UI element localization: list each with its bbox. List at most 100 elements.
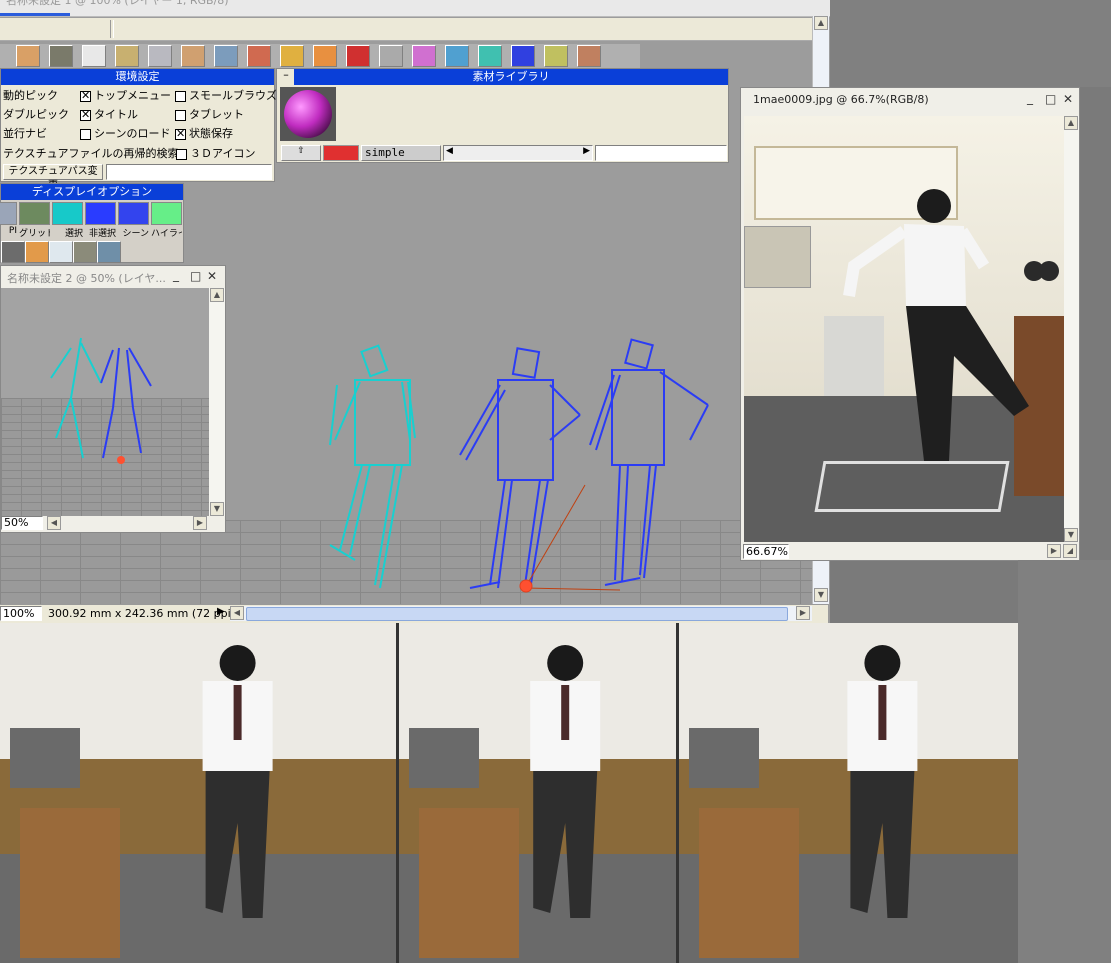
- display-option-label[interactable]: ハイライト: [151, 226, 182, 240]
- env-option-checkbox[interactable]: [80, 128, 91, 140]
- photo-minimize-icon[interactable]: _: [1027, 91, 1035, 105]
- display-option-label[interactable]: シーン: [118, 226, 149, 240]
- env-option[interactable]: スモールブラウズ: [175, 87, 277, 103]
- curve-icon[interactable]: [379, 45, 403, 67]
- cone-icon[interactable]: [280, 45, 304, 67]
- sub-scroll-left-icon[interactable]: ◀: [47, 516, 61, 530]
- env-option-checkbox[interactable]: [175, 90, 186, 102]
- main-title-bar[interactable]: 名称未設定 1 @ 100% (レイヤー 1, RGB/8): [0, 0, 830, 17]
- env-option-checkbox[interactable]: [80, 89, 91, 102]
- lattice-icon[interactable]: [25, 241, 49, 263]
- display-icon-row: [1, 241, 185, 263]
- arrow-icon[interactable]: [82, 45, 106, 67]
- material-sphere-thumbnail[interactable]: [280, 87, 336, 141]
- sub-zoom-field[interactable]: 50%: [1, 516, 43, 530]
- camera-icon[interactable]: [49, 45, 73, 67]
- texture-path-field[interactable]: [106, 164, 272, 180]
- tools-icon[interactable]: [577, 45, 601, 67]
- env-option[interactable]: トップメニュー: [80, 87, 171, 103]
- tab-right[interactable]: [113, 20, 794, 38]
- display-swatch[interactable]: [85, 202, 116, 225]
- sub-scroll-right-icon[interactable]: ▶: [193, 516, 207, 530]
- photo-maximize-icon[interactable]: □: [1045, 92, 1058, 106]
- sphere-icon[interactable]: [313, 45, 337, 67]
- scroll-down-icon[interactable]: ▼: [814, 588, 828, 602]
- photo-close-icon[interactable]: ✕: [1063, 92, 1075, 106]
- rotate-icon[interactable]: [148, 45, 172, 67]
- scale-icon[interactable]: [181, 45, 205, 67]
- horizontal-scrollbar[interactable]: ◀ ▶: [230, 606, 812, 621]
- texture-icon[interactable]: [247, 45, 271, 67]
- disc-icon[interactable]: [1, 241, 25, 263]
- display-swatch[interactable]: [118, 202, 149, 225]
- display-swatch[interactable]: [151, 202, 182, 225]
- plane-icon[interactable]: [544, 45, 568, 67]
- photo-vscroll[interactable]: ▲ ▼: [1064, 116, 1079, 542]
- halfsphere-icon[interactable]: [346, 45, 370, 67]
- material-name-field[interactable]: [595, 145, 727, 161]
- doc-size-text: 300.92 mm x 242.36 mm (72 ppi): [48, 607, 235, 620]
- bulb-icon[interactable]: [49, 241, 73, 263]
- photo-zoom-field[interactable]: 66.67%: [743, 544, 789, 559]
- material-apply-icon[interactable]: [323, 145, 359, 161]
- cube2-icon[interactable]: [478, 45, 502, 67]
- env-option[interactable]: タブレット: [175, 106, 244, 122]
- env-option[interactable]: タイトル: [80, 106, 138, 122]
- sub-scroll-down-icon[interactable]: ▼: [210, 502, 224, 516]
- display-swatch[interactable]: [19, 202, 50, 225]
- move-icon[interactable]: [115, 45, 139, 67]
- material-scroll-left-icon[interactable]: ◀: [446, 146, 453, 156]
- photo-scroll-up-icon[interactable]: ▲: [1064, 116, 1078, 130]
- photo-resize-grip-icon[interactable]: ◢: [1063, 544, 1077, 558]
- material-minimize-icon[interactable]: –: [279, 69, 293, 84]
- icon3d-option[interactable]: ３Ｄアイコン: [176, 145, 255, 161]
- display-swatch[interactable]: [0, 202, 17, 225]
- sub-minimize-icon[interactable]: _: [173, 268, 181, 282]
- env-option-checkbox[interactable]: [175, 127, 186, 140]
- sub-vscroll[interactable]: ▲ ▼: [209, 288, 225, 516]
- status-menu-arrow-icon[interactable]: ▶: [217, 606, 225, 617]
- camera2-icon[interactable]: [73, 241, 97, 263]
- scroll-left-icon[interactable]: ◀: [230, 606, 244, 620]
- display-option-label[interactable]: 選択: [52, 226, 83, 240]
- env-option-label: シーンのロード: [94, 127, 171, 140]
- landscape-icon[interactable]: [97, 241, 121, 263]
- group-icon[interactable]: [445, 45, 469, 67]
- env-option[interactable]: 動的ピック: [3, 87, 58, 103]
- env-option-checkbox[interactable]: [80, 108, 91, 121]
- display-option-label[interactable]: 非選択: [85, 226, 116, 240]
- material-scroll-right-icon[interactable]: ▶: [583, 146, 590, 156]
- icon3d-checkbox[interactable]: [176, 148, 187, 160]
- env-option[interactable]: 並行ナビ: [3, 125, 47, 141]
- tab-left[interactable]: [0, 20, 111, 38]
- mesh-icon[interactable]: [511, 45, 535, 67]
- env-option-label: タブレット: [189, 108, 244, 121]
- grid-icon[interactable]: [214, 45, 238, 67]
- display-swatch[interactable]: [52, 202, 83, 225]
- env-option-label: 状態保存: [189, 127, 233, 140]
- scroll-up-icon[interactable]: ▲: [814, 16, 828, 30]
- status-bar: 100% 300.92 mm x 242.36 mm (72 ppi) ▶ ◀ …: [0, 604, 828, 623]
- photo-title-bar[interactable]: 1mae0009.jpg @ 66.7%(RGB/8) _ □ ✕: [741, 88, 1079, 112]
- scroll-right-icon[interactable]: ▶: [796, 606, 810, 620]
- zoom-field[interactable]: 100%: [0, 606, 42, 621]
- material-preset-select[interactable]: simple: [361, 145, 441, 161]
- display-option-label[interactable]: PI: [0, 226, 17, 240]
- env-option[interactable]: シーンのロード: [80, 125, 170, 141]
- scroll-thumb[interactable]: [246, 607, 788, 621]
- photo-scroll-right-icon[interactable]: ▶: [1047, 544, 1061, 558]
- env-option-checkbox[interactable]: [175, 109, 186, 121]
- sub-maximize-icon[interactable]: □: [190, 269, 203, 283]
- sub-close-icon[interactable]: ✕: [207, 269, 219, 283]
- pen-icon[interactable]: [412, 45, 436, 67]
- env-option[interactable]: 状態保存: [175, 125, 233, 141]
- photo-scroll-down-icon[interactable]: ▼: [1064, 528, 1078, 542]
- texture-path-button[interactable]: テクスチュアパス変更: [3, 164, 103, 191]
- display-option-label[interactable]: グリッド: [19, 226, 50, 240]
- material-scrollbar[interactable]: ◀ ▶: [443, 145, 593, 161]
- material-up-button[interactable]: ⇧: [281, 145, 321, 161]
- cube-icon[interactable]: [16, 45, 40, 67]
- sub-scroll-up-icon[interactable]: ▲: [210, 288, 224, 302]
- sub-title-bar[interactable]: 名称未設定 2 @ 50% (レイヤ... _ □ ✕: [1, 266, 225, 288]
- env-option[interactable]: ダブルピック: [3, 106, 69, 122]
